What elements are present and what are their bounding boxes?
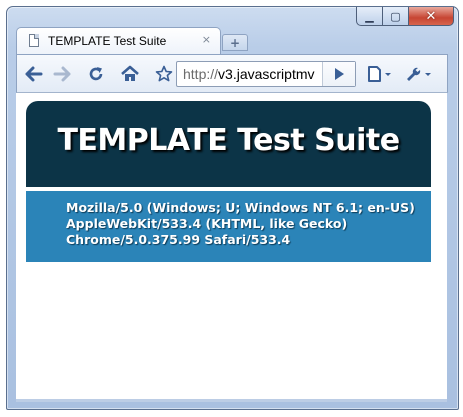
page-title: TEMPLATE Test Suite [57,123,400,158]
forward-arrow-icon [53,66,71,82]
maximize-icon: ▢ [390,9,401,23]
page-menu-button[interactable] [363,62,397,86]
plus-icon: + [229,35,241,50]
maximize-button[interactable]: ▢ [383,7,409,26]
url-protocol: http:// [183,66,219,82]
tab-template-test-suite[interactable]: TEMPLATE Test Suite × [16,27,221,54]
window-caption-buttons: ▁ ▢ ✕ [356,7,454,26]
bookmark-star-button[interactable] [151,62,177,86]
home-button[interactable] [117,62,143,86]
browser-toolbar: http://v3.javascriptmv [16,54,448,93]
go-button[interactable] [322,62,355,86]
tools-menu-button[interactable] [401,62,437,86]
address-url[interactable]: http://v3.javascriptmv [183,66,315,82]
page-content: TEMPLATE Test Suite Mozilla/5.0 (Windows… [16,93,447,399]
new-tab-button[interactable]: + [222,34,248,51]
window-bottom-border [16,399,447,402]
close-icon: ✕ [425,8,437,24]
back-button[interactable] [21,62,47,86]
back-arrow-icon [25,66,43,82]
user-agent-text: Mozilla/5.0 (Windows; U; Windows NT 6.1;… [66,200,415,247]
minimize-icon: ▁ [365,9,374,23]
wrench-icon [407,67,431,81]
address-bar[interactable]: http://v3.javascriptmv [176,61,356,87]
tab-title: TEMPLATE Test Suite [48,34,167,48]
tab-close-icon[interactable]: × [202,33,211,46]
minimize-button[interactable]: ▁ [356,7,383,26]
page-header-banner: TEMPLATE Test Suite [26,101,431,187]
url-host: v3.javascriptmv [218,66,315,82]
forward-button[interactable] [49,62,75,86]
page-favicon-icon [29,34,39,47]
page-menu-icon [368,66,391,82]
star-icon [155,65,173,82]
close-window-button[interactable]: ✕ [409,7,454,26]
reload-button[interactable] [83,62,109,86]
reload-icon [89,67,103,81]
play-icon [335,68,344,80]
home-icon [121,65,139,81]
user-agent-bar: Mozilla/5.0 (Windows; U; Windows NT 6.1;… [26,191,431,262]
